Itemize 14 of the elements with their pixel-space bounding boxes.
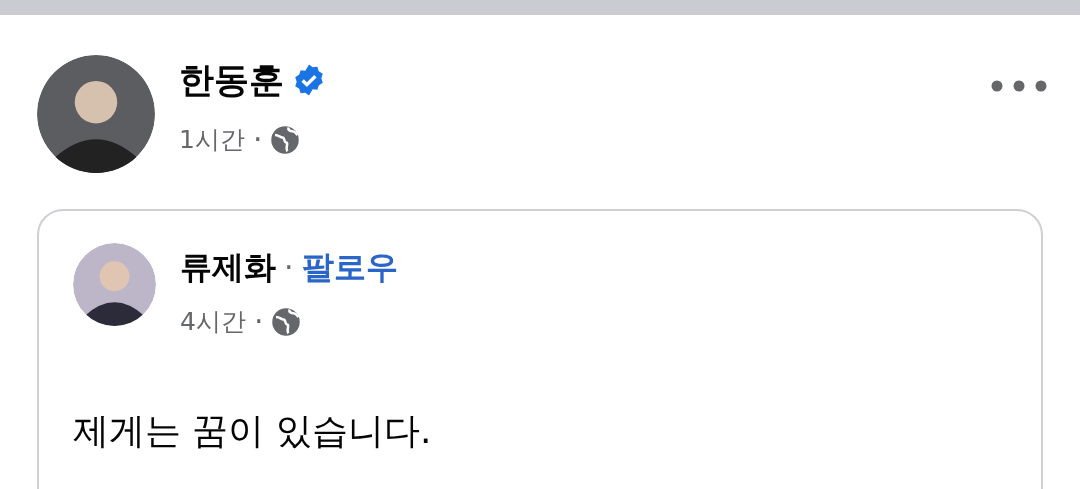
follow-link[interactable]: 팔로우: [301, 243, 398, 291]
separator: ·: [252, 121, 263, 159]
author-name[interactable]: 류제화: [180, 247, 276, 287]
separator: ·: [253, 303, 264, 341]
post-time[interactable]: 4시간: [180, 302, 246, 341]
more-options-icon[interactable]: [991, 79, 1047, 93]
post-text: 제게는 꿈이 있습니다.: [73, 409, 433, 453]
post-time[interactable]: 1시간: [179, 120, 245, 159]
avatar[interactable]: [73, 243, 156, 326]
author-name[interactable]: 한동훈: [179, 59, 284, 101]
separator: ·: [284, 248, 294, 287]
globe-icon: [271, 306, 302, 337]
avatar[interactable]: [37, 55, 155, 173]
globe-icon: [270, 124, 301, 155]
